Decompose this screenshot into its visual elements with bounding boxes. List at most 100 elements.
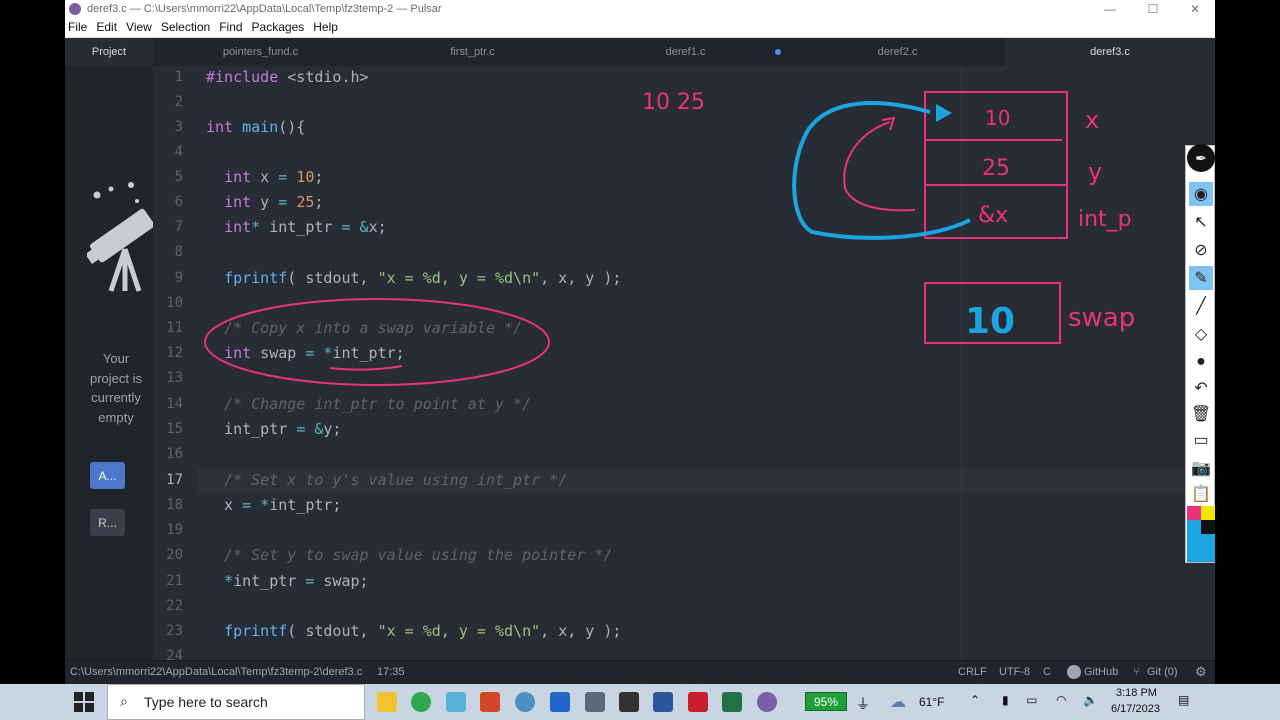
eye-icon[interactable]: ◉	[1189, 182, 1213, 206]
pulsar-window: deref3.c — C:\Users\mmorri22\AppData\Loc…	[65, 0, 1215, 690]
menu-packages[interactable]: Packages	[249, 20, 311, 34]
current-color-swatch[interactable]	[1187, 534, 1215, 562]
weather-temperature[interactable]: 61°F	[919, 695, 944, 709]
line-number: 8	[174, 244, 183, 260]
code-line: int x = 10;	[224, 168, 324, 186]
windows-start-icon[interactable]	[74, 692, 94, 712]
clipboard-icon[interactable]: 📋	[1189, 482, 1213, 506]
menu-bar: File Edit View Selection Find Packages H…	[65, 17, 1215, 38]
chevron-up-icon[interactable]: ⌃	[970, 693, 980, 707]
file-explorer-icon[interactable]	[377, 692, 397, 712]
line-number: 10	[166, 295, 183, 311]
app-icon[interactable]	[515, 692, 535, 712]
menu-file[interactable]: File	[65, 20, 93, 34]
line-number: 1	[174, 69, 183, 85]
clock-date[interactable]: 6/17/2023	[1111, 703, 1160, 715]
git-button[interactable]: Git (0)	[1147, 666, 1178, 678]
minimize-button[interactable]: —	[1090, 0, 1130, 17]
code-line: int main(){	[206, 118, 306, 136]
pen-icon[interactable]: ╱	[1189, 294, 1213, 318]
line-number: 12	[166, 345, 183, 361]
line-number: 6	[174, 194, 183, 210]
menu-find[interactable]: Find	[216, 20, 248, 34]
empty-project-message: Your project is currently empty	[89, 351, 143, 425]
cursor-icon[interactable]: ↖	[1189, 210, 1213, 234]
hide-icon[interactable]: ⊘	[1189, 238, 1213, 262]
maximize-button[interactable]: ☐	[1133, 0, 1173, 17]
line-number-gutter: 1 2 3 4 5 6 7 8 9 10 11 12 13 14 15 16 1…	[153, 66, 197, 660]
code-line: int y = 25;	[224, 193, 324, 211]
wifi-icon[interactable]: ◠	[1056, 693, 1066, 707]
menu-selection[interactable]: Selection	[158, 20, 216, 34]
annotation-toolbar: ✒ ◉ ↖ ⊘ ✎ ╱ ◇ ● ↶ 🗑 ▭ 📷 📋	[1185, 144, 1215, 563]
line-number: 2	[174, 94, 183, 110]
tab-modified-dot-icon	[775, 49, 781, 55]
whiteboard-icon[interactable]: ▭	[1189, 428, 1213, 452]
tab-deref1[interactable]: deref1.c	[588, 38, 783, 66]
tab-project[interactable]: Project	[65, 38, 153, 66]
code-line: int* int_ptr = &x;	[224, 218, 387, 236]
network-icon[interactable]: ▭	[1026, 693, 1037, 707]
line-number: 15	[166, 421, 183, 437]
reopen-project-button[interactable]: R...	[90, 509, 125, 536]
dot-icon[interactable]: ●	[1189, 350, 1213, 374]
highlighter-icon[interactable]: ✎	[1189, 266, 1213, 290]
pulsar-app-icon	[69, 2, 81, 15]
tab-deref2[interactable]: deref2.c	[800, 38, 995, 66]
line-number: 9	[174, 270, 183, 286]
clock-time[interactable]: 3:18 PM	[1116, 687, 1157, 699]
cursor-position[interactable]: 17:35	[377, 666, 405, 678]
line-number: 5	[174, 169, 183, 185]
code-line: /* Copy x into a swap variable */	[206, 319, 523, 337]
filezilla-icon[interactable]	[688, 692, 708, 712]
terminal-icon[interactable]	[550, 692, 570, 712]
line-number: 4	[174, 144, 183, 160]
code-line: x = *int_ptr;	[206, 496, 342, 514]
battery-indicator[interactable]: 95%	[805, 692, 847, 711]
tab-first-ptr[interactable]: first_ptr.c	[375, 38, 570, 66]
powerpoint-icon[interactable]	[480, 692, 500, 712]
windows-taskbar: ⌕ Type here to search 95% ⏚ ☁ 61°F ⌃ ▮ ▭…	[0, 684, 1280, 720]
line-number: 13	[166, 370, 183, 386]
add-folder-button[interactable]: A...	[90, 462, 125, 489]
gear-icon[interactable]: ⚙	[1195, 664, 1207, 680]
undo-icon[interactable]: ↶	[1189, 376, 1213, 400]
tab-deref3[interactable]: deref3.c	[1005, 38, 1215, 66]
app-icon[interactable]	[446, 692, 466, 712]
chrome-icon[interactable]	[411, 692, 431, 712]
pen-nib-icon[interactable]: ✒	[1187, 144, 1215, 172]
wrap-guide	[961, 66, 962, 660]
code-line: #include <stdio.h>	[206, 68, 369, 86]
code-editor[interactable]: 1 2 3 4 5 6 7 8 9 10 11 12 13 14 15 16 1…	[153, 66, 1215, 660]
pulsar-taskbar-icon[interactable]	[757, 692, 777, 712]
tab-pointers-fund[interactable]: pointers_fund.c	[163, 38, 358, 66]
file-path[interactable]: C:\Users\mmorri22\AppData\Local\Temp\fz3…	[70, 666, 362, 678]
code-line: int swap = *int_ptr;	[224, 344, 405, 362]
menu-edit[interactable]: Edit	[93, 20, 123, 34]
menu-help[interactable]: Help	[310, 20, 344, 34]
color-swatch-yellow[interactable]	[1201, 506, 1215, 520]
usb-icon[interactable]: ▮	[1002, 693, 1009, 707]
plug-icon: ⏚	[856, 696, 870, 712]
cloud-icon: ☁	[890, 694, 906, 711]
volume-icon[interactable]: 🔈	[1083, 693, 1098, 707]
code-line: int_ptr = &y;	[206, 420, 342, 438]
app-icon[interactable]	[619, 692, 639, 712]
line-number: 19	[166, 522, 183, 538]
excel-icon[interactable]	[722, 692, 742, 712]
trash-icon[interactable]: 🗑	[1189, 402, 1213, 426]
color-swatch-cyan[interactable]	[1187, 520, 1201, 534]
camera-icon[interactable]: 📷	[1189, 456, 1213, 480]
line-number: 3	[174, 119, 183, 135]
calculator-icon[interactable]	[585, 692, 605, 712]
close-button[interactable]: ✕	[1175, 0, 1215, 17]
menu-view[interactable]: View	[123, 20, 158, 34]
line-number-current: 17	[166, 472, 183, 488]
color-swatch-magenta[interactable]	[1187, 506, 1201, 520]
taskbar-search[interactable]: ⌕ Type here to search	[107, 684, 365, 720]
letterbox-right	[1215, 0, 1280, 690]
word-icon[interactable]	[653, 692, 673, 712]
eraser-icon[interactable]: ◇	[1189, 322, 1213, 346]
notifications-icon[interactable]: ▤	[1178, 693, 1189, 707]
color-swatch-black[interactable]	[1201, 520, 1215, 534]
